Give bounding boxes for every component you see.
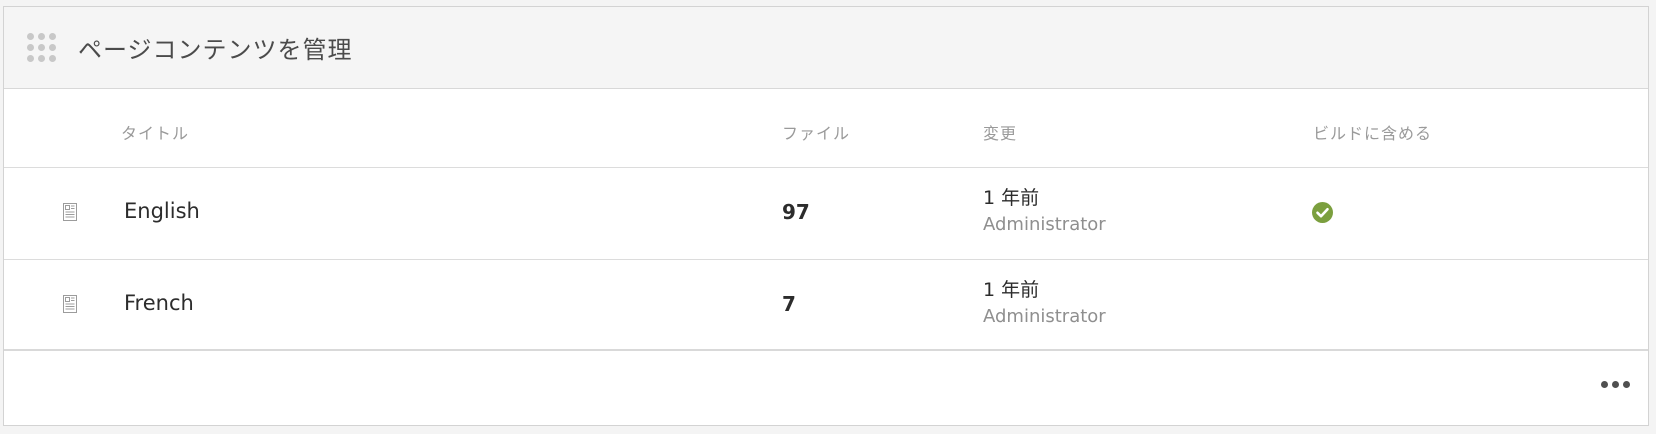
panel-header: ページコンテンツを管理 [4,7,1648,89]
more-icon[interactable] [1601,381,1630,388]
modified-by: Administrator [983,306,1106,327]
column-header-title[interactable]: タイトル [121,120,189,144]
row-title[interactable]: French [124,291,194,315]
manage-page-content-panel: ページコンテンツを管理 タイトル ファイル 変更 ビルドに含める English… [3,6,1649,426]
check-circle-icon [1312,202,1333,223]
page-icon [63,295,77,313]
column-header-files[interactable]: ファイル [782,120,850,144]
drag-handle-icon[interactable] [27,32,57,63]
row-modified: 1 年前 Administrator [983,184,1106,238]
modified-time: 1 年前 [983,279,1040,301]
row-file-count: 7 [782,292,796,316]
modified-time: 1 年前 [983,187,1040,209]
row-modified: 1 年前 Administrator [983,276,1106,330]
table-row-english[interactable]: English 97 1 年前 Administrator [4,168,1648,260]
row-file-count: 97 [782,200,810,224]
column-header-include-in-build[interactable]: ビルドに含める [1313,120,1432,144]
panel-title: ページコンテンツを管理 [78,36,353,64]
table-row-french[interactable]: French 7 1 年前 Administrator [4,260,1648,351]
page-icon [63,203,77,221]
panel-footer [4,351,1648,425]
table-header: タイトル ファイル 変更 ビルドに含める [4,89,1648,168]
row-title[interactable]: English [124,199,200,223]
modified-by: Administrator [983,214,1106,235]
column-header-modified[interactable]: 変更 [983,120,1017,144]
